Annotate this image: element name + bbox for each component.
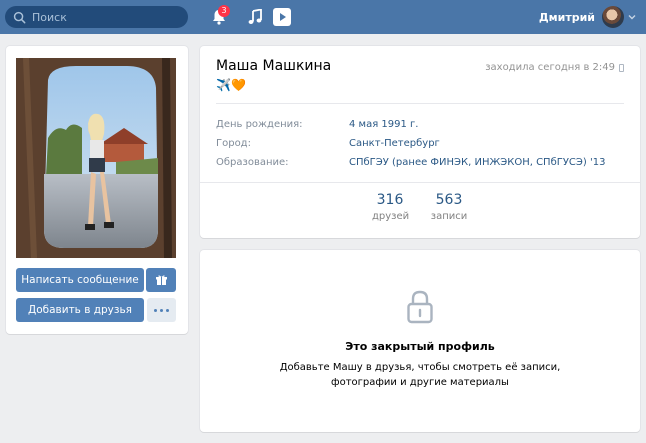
music-icon[interactable] (247, 9, 263, 25)
top-bar: 3 Дмитрий (0, 0, 646, 34)
posts-counter[interactable]: 563 записи (430, 192, 468, 222)
search-icon (13, 11, 26, 23)
posts-count: 563 (435, 192, 463, 208)
more-dot (166, 308, 169, 312)
last-seen: заходила сегодня в 2:49 (485, 62, 624, 73)
closed-profile-title: Это закрытый профиль (345, 340, 495, 353)
more-dot (160, 308, 163, 312)
profile-info-card: Маша Машкина ✈️🧡 заходила сегодня в 2:49… (200, 46, 640, 238)
profile-photo-card: Написать сообщение Добавить в друзья (6, 46, 188, 334)
city-value[interactable]: Санкт-Петербург (349, 138, 440, 149)
profile-photo[interactable] (16, 58, 176, 258)
friends-count: 316 (376, 192, 404, 208)
chevron-down-icon (628, 15, 636, 20)
send-message-button[interactable]: Написать сообщение (16, 268, 144, 292)
education-label: Образование: (216, 157, 289, 168)
birthday-label: День рождения: (216, 119, 303, 130)
posts-label: записи (430, 211, 468, 222)
mobile-icon (619, 63, 624, 72)
city-label: Город: (216, 138, 251, 149)
last-seen-text: заходила сегодня в 2:49 (485, 62, 615, 73)
profile-photo-image (16, 58, 176, 258)
more-dots-icon (154, 308, 157, 312)
more-actions-button[interactable] (147, 298, 176, 322)
profile-counters: 316 друзей 563 записи (200, 192, 640, 232)
friends-label: друзей (372, 211, 410, 222)
search-input[interactable] (32, 10, 172, 24)
profile-name: Маша Машкина (216, 58, 332, 74)
divider (200, 182, 640, 183)
education-value[interactable]: СПбГЭУ (ранее ФИНЭК, ИНЖЭКОН, СПбГУСЭ) '… (349, 157, 605, 168)
friends-counter[interactable]: 316 друзей (372, 192, 410, 222)
notification-badge: 3 (218, 5, 230, 17)
divider (216, 103, 624, 104)
user-menu[interactable]: Дмитрий (539, 5, 636, 29)
lock-icon (407, 290, 433, 324)
gift-icon (155, 275, 167, 285)
add-friend-button[interactable]: Добавить в друзья (16, 298, 144, 322)
closed-profile-description: Добавьте Машу в друзья, чтобы смотреть е… (279, 362, 561, 388)
user-avatar (602, 6, 624, 28)
birthday-value[interactable]: 4 мая 1991 г. (349, 119, 418, 130)
search-box[interactable] (5, 6, 188, 28)
closed-profile-card: Это закрытый профиль Добавьте Машу в дру… (200, 250, 640, 432)
play-icon[interactable] (273, 8, 291, 26)
gift-button[interactable] (146, 268, 176, 292)
user-name: Дмитрий (538, 10, 595, 24)
profile-status: ✈️🧡 (216, 78, 246, 92)
